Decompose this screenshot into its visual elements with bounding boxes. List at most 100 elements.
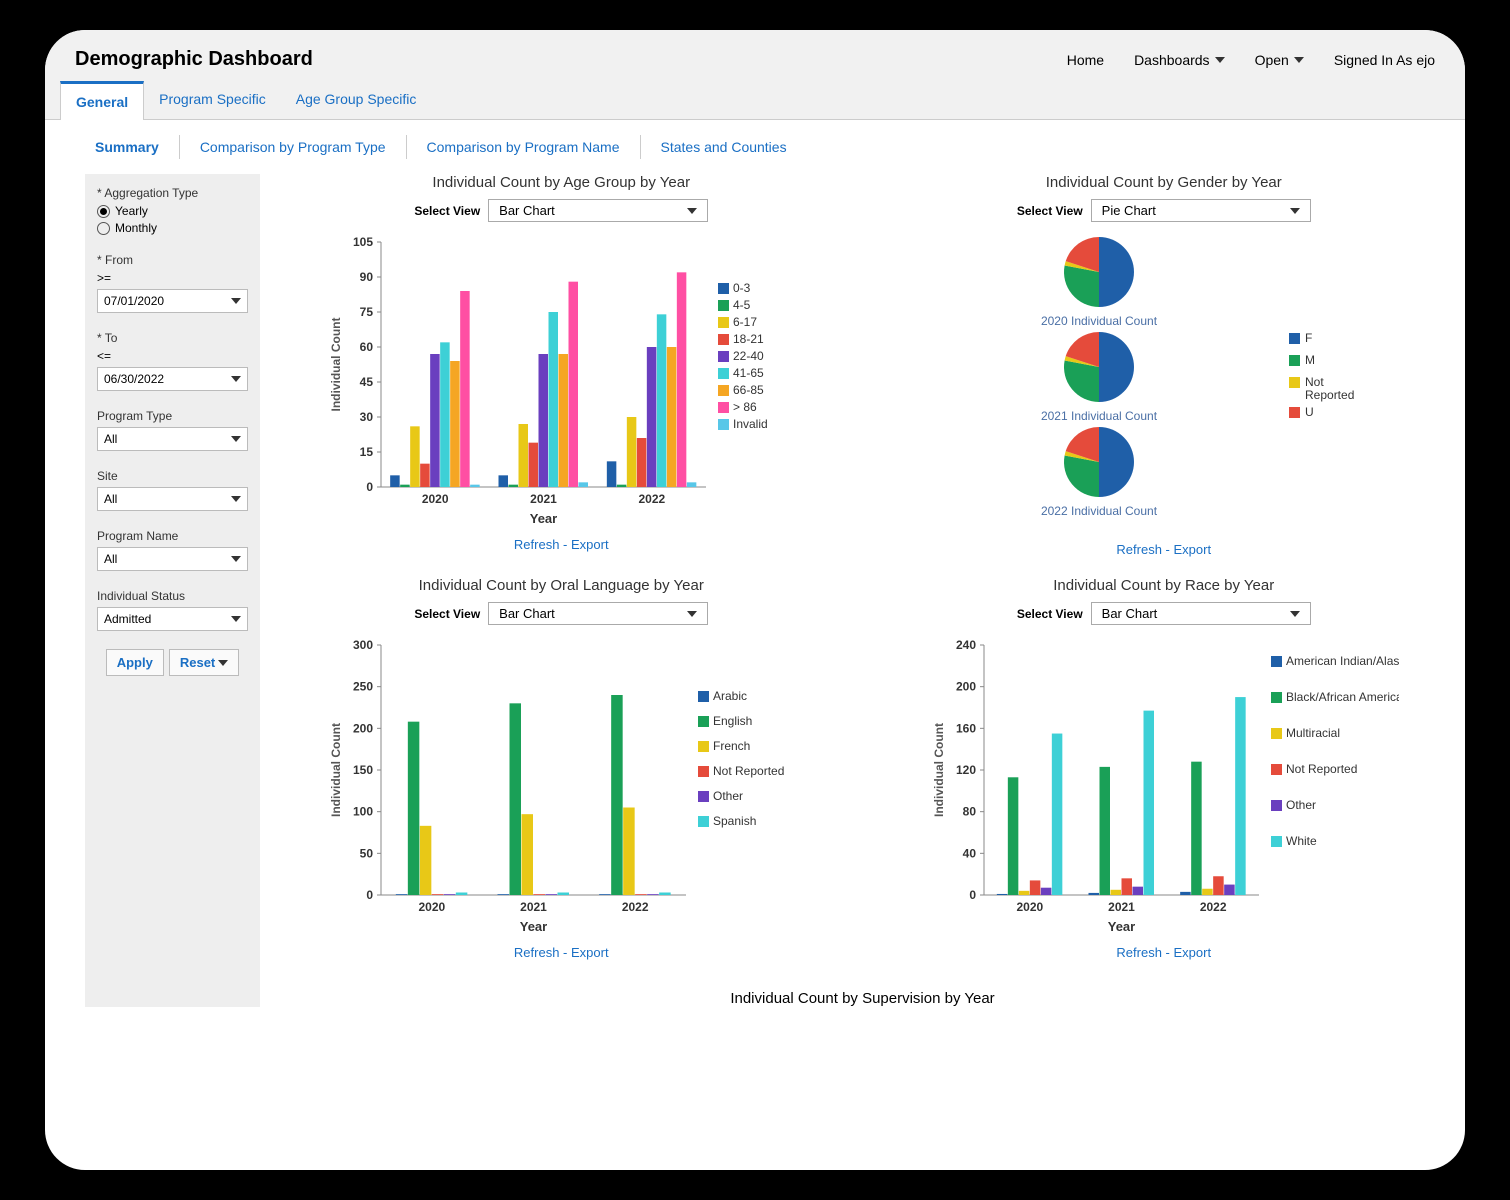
subtab-comparison-program-name[interactable]: Comparison by Program Name bbox=[407, 135, 641, 159]
chevron-down-icon bbox=[218, 660, 228, 666]
refresh-link[interactable]: Refresh bbox=[1116, 945, 1162, 960]
svg-text:Individual Count: Individual Count bbox=[329, 318, 343, 412]
svg-text:Not Reported: Not Reported bbox=[713, 764, 784, 778]
chart-race-title: Individual Count by Race by Year bbox=[883, 577, 1446, 594]
svg-text:2022: 2022 bbox=[639, 492, 666, 506]
radio-monthly-label: Monthly bbox=[115, 221, 157, 235]
tab-general[interactable]: General bbox=[60, 81, 144, 120]
program-name-select[interactable]: All bbox=[97, 547, 248, 571]
nav-open[interactable]: Open bbox=[1255, 52, 1304, 68]
svg-text:60: 60 bbox=[360, 340, 374, 354]
radio-icon bbox=[97, 222, 110, 235]
chart-supervision-title: Individual Count by Supervision by Year bbox=[280, 980, 1445, 1007]
svg-text:0: 0 bbox=[367, 888, 374, 902]
svg-text:90: 90 bbox=[360, 270, 374, 284]
tab-age-group-specific[interactable]: Age Group Specific bbox=[281, 81, 432, 119]
refresh-link[interactable]: Refresh bbox=[1116, 542, 1162, 557]
svg-text:Not Reported: Not Reported bbox=[1286, 762, 1357, 776]
view-value: Bar Chart bbox=[1102, 606, 1158, 621]
svg-text:White: White bbox=[1286, 834, 1317, 848]
svg-text:6-17: 6-17 bbox=[733, 315, 757, 329]
svg-text:105: 105 bbox=[353, 235, 373, 249]
radio-yearly[interactable]: Yearly bbox=[97, 204, 248, 218]
svg-text:Black/African American: Black/African American bbox=[1286, 690, 1399, 704]
program-type-value: All bbox=[104, 432, 117, 446]
view-value: Bar Chart bbox=[499, 606, 555, 621]
svg-text:2020: 2020 bbox=[422, 492, 449, 506]
site-select[interactable]: All bbox=[97, 487, 248, 511]
svg-text:2022: 2022 bbox=[622, 900, 649, 914]
view-select-age[interactable]: Bar Chart bbox=[488, 199, 708, 222]
chevron-down-icon bbox=[231, 616, 241, 622]
svg-text:2020 Individual Count: 2020 Individual Count bbox=[1041, 314, 1158, 328]
nav-home[interactable]: Home bbox=[1067, 52, 1104, 68]
subtab-comparison-program-type[interactable]: Comparison by Program Type bbox=[180, 135, 407, 159]
svg-text:250: 250 bbox=[353, 680, 373, 694]
radio-monthly[interactable]: Monthly bbox=[97, 221, 248, 235]
chart-language-title: Individual Count by Oral Language by Yea… bbox=[280, 577, 843, 594]
svg-text:120: 120 bbox=[956, 763, 976, 777]
view-select-gender[interactable]: Pie Chart bbox=[1091, 199, 1311, 222]
nav-dashboards-label: Dashboards bbox=[1134, 52, 1210, 68]
svg-text:M: M bbox=[1305, 353, 1315, 367]
svg-text:41-65: 41-65 bbox=[733, 366, 764, 380]
chart-race: Individual Count by Race by Year Select … bbox=[883, 577, 1446, 960]
to-value: 06/30/2022 bbox=[104, 372, 164, 386]
chevron-down-icon bbox=[231, 376, 241, 382]
from-date-select[interactable]: 07/01/2020 bbox=[97, 289, 248, 313]
svg-text:30: 30 bbox=[360, 410, 374, 424]
svg-text:40: 40 bbox=[962, 846, 976, 860]
svg-text:Arabic: Arabic bbox=[713, 689, 747, 703]
export-link[interactable]: Export bbox=[1174, 945, 1212, 960]
subtab-summary[interactable]: Summary bbox=[75, 135, 180, 159]
individual-status-select[interactable]: Admitted bbox=[97, 607, 248, 631]
site-value: All bbox=[104, 492, 117, 506]
svg-text:Year: Year bbox=[1108, 919, 1135, 934]
chevron-down-icon bbox=[1215, 57, 1225, 63]
program-type-select[interactable]: All bbox=[97, 427, 248, 451]
svg-text:2021: 2021 bbox=[520, 900, 547, 914]
tab-program-specific[interactable]: Program Specific bbox=[144, 81, 281, 119]
chart-gender-title: Individual Count by Gender by Year bbox=[883, 174, 1446, 191]
aggregation-type-label: * Aggregation Type bbox=[97, 186, 248, 200]
chevron-down-icon bbox=[231, 556, 241, 562]
svg-text:15: 15 bbox=[360, 445, 374, 459]
svg-text:American Indian/Alaskan Native: American Indian/Alaskan Native bbox=[1286, 654, 1399, 668]
export-link[interactable]: Export bbox=[571, 537, 609, 552]
select-view-label: Select View bbox=[414, 607, 480, 621]
nav-dashboards[interactable]: Dashboards bbox=[1134, 52, 1225, 68]
age-chart-svg: 0153045607590105Individual Count20202021… bbox=[326, 232, 796, 527]
chevron-down-icon bbox=[687, 611, 697, 617]
select-view-label: Select View bbox=[1017, 204, 1083, 218]
svg-text:100: 100 bbox=[353, 805, 373, 819]
refresh-link[interactable]: Refresh bbox=[514, 945, 560, 960]
to-date-select[interactable]: 06/30/2022 bbox=[97, 367, 248, 391]
svg-text:80: 80 bbox=[962, 805, 976, 819]
view-select-race[interactable]: Bar Chart bbox=[1091, 602, 1311, 625]
individual-status-label: Individual Status bbox=[97, 589, 248, 603]
svg-text:200: 200 bbox=[956, 680, 976, 694]
export-link[interactable]: Export bbox=[1174, 542, 1212, 557]
chevron-down-icon bbox=[687, 208, 697, 214]
view-select-language[interactable]: Bar Chart bbox=[488, 602, 708, 625]
svg-text:F: F bbox=[1305, 331, 1312, 345]
svg-text:French: French bbox=[713, 739, 750, 753]
nav-signed-in[interactable]: Signed In As ejo bbox=[1334, 52, 1435, 68]
svg-text:2021: 2021 bbox=[1108, 900, 1135, 914]
sub-tabs: Summary Comparison by Program Type Compa… bbox=[45, 120, 1465, 174]
svg-text:50: 50 bbox=[360, 846, 374, 860]
apply-button[interactable]: Apply bbox=[106, 649, 164, 676]
export-link[interactable]: Export bbox=[571, 945, 609, 960]
svg-text:4-5: 4-5 bbox=[733, 298, 751, 312]
nav-signed-label: Signed In As ejo bbox=[1334, 52, 1435, 68]
refresh-link[interactable]: Refresh bbox=[514, 537, 560, 552]
svg-text:0-3: 0-3 bbox=[733, 281, 751, 295]
svg-text:Individual Count: Individual Count bbox=[329, 723, 343, 817]
program-name-label: Program Name bbox=[97, 529, 248, 543]
reset-button[interactable]: Reset bbox=[169, 649, 239, 676]
svg-text:Year: Year bbox=[520, 919, 547, 934]
race-chart-svg: 04080120160200240Individual Count2020202… bbox=[929, 635, 1399, 935]
view-value: Pie Chart bbox=[1102, 203, 1156, 218]
subtab-states-counties[interactable]: States and Counties bbox=[641, 135, 807, 159]
filter-sidebar: * Aggregation Type Yearly Monthly * From… bbox=[85, 174, 260, 1007]
